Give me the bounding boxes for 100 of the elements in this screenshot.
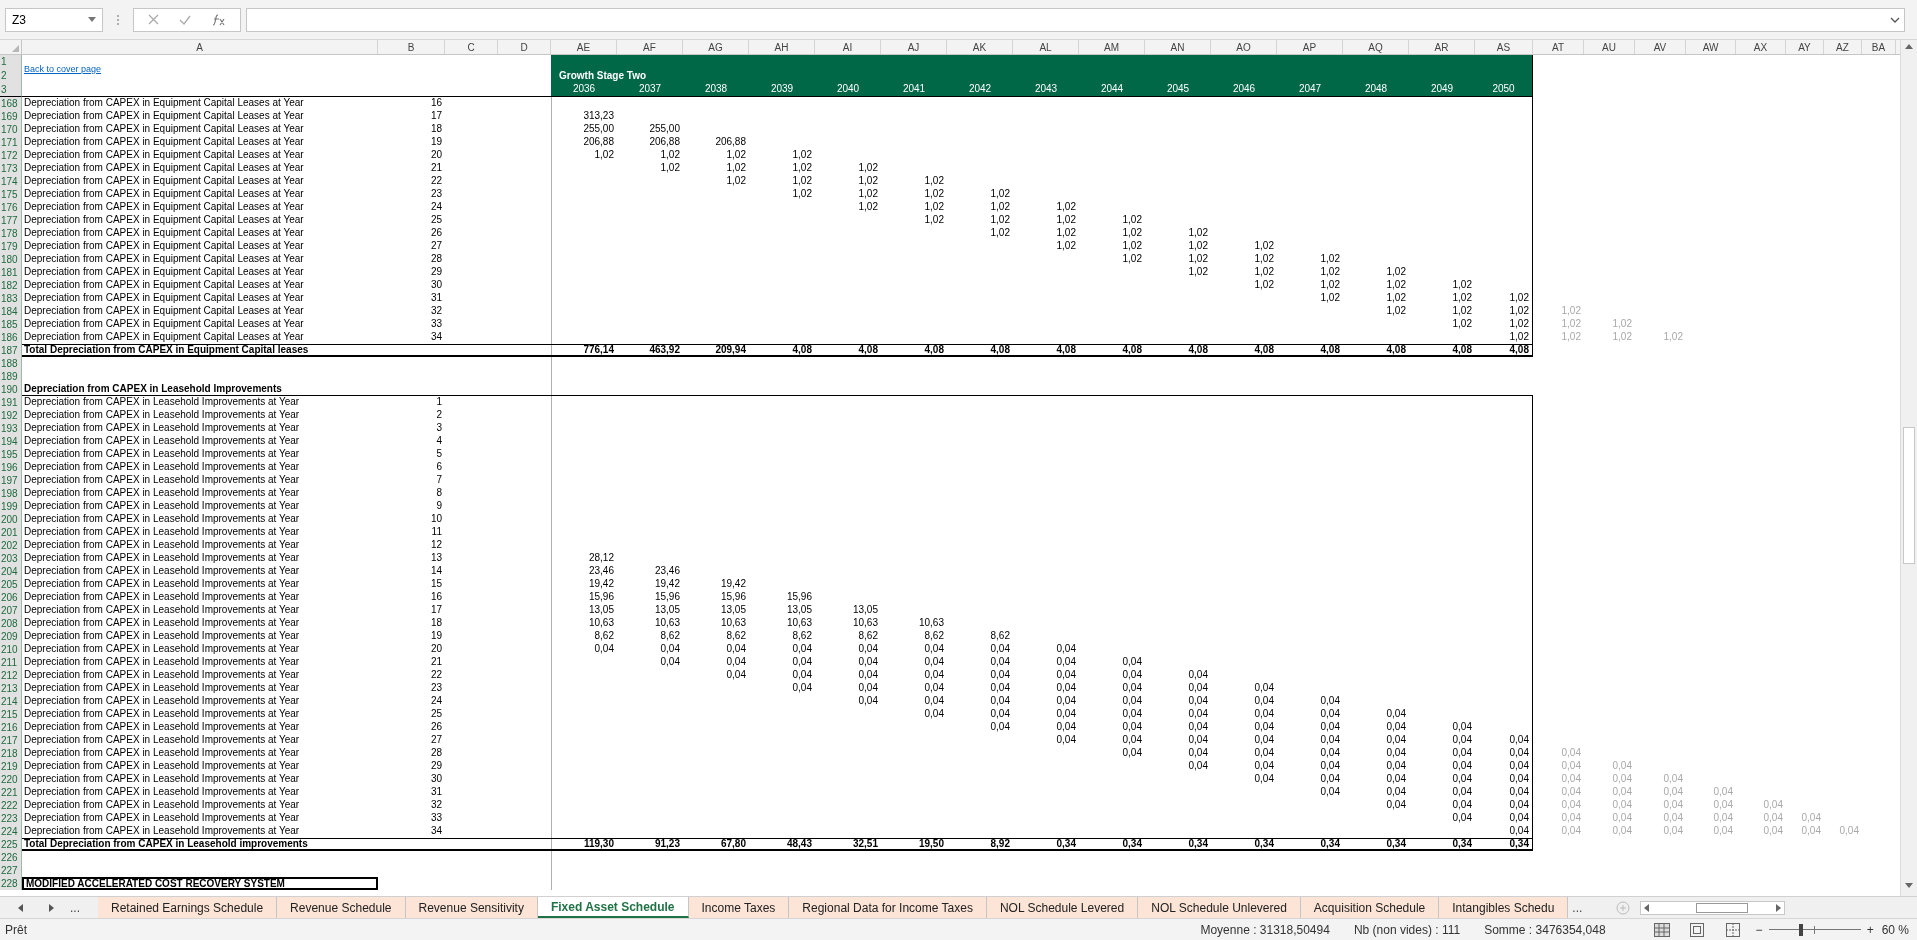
row-header[interactable]: 176 [0, 201, 22, 214]
scroll-up-icon[interactable] [1905, 44, 1913, 49]
function-icon[interactable] [211, 13, 226, 26]
row-header[interactable]: 191 [0, 396, 22, 409]
sheet-tab[interactable]: Fixed Asset Schedule [537, 897, 689, 918]
row-header[interactable]: 198 [0, 487, 22, 500]
column-header[interactable]: AH [749, 40, 815, 54]
row-header[interactable]: 203 [0, 552, 22, 565]
column-header[interactable]: AG [683, 40, 749, 54]
column-header[interactable]: AK [947, 40, 1013, 54]
column-header[interactable]: AX [1736, 40, 1786, 54]
row-header[interactable]: 199 [0, 500, 22, 513]
row-header[interactable]: 195 [0, 448, 22, 461]
column-header[interactable]: AQ [1343, 40, 1409, 54]
row-header[interactable]: 188 [0, 357, 22, 370]
column-header[interactable]: A [22, 40, 378, 54]
column-header[interactable]: C [445, 40, 498, 54]
row-header[interactable]: 173 [0, 162, 22, 175]
row-header[interactable]: 207 [0, 604, 22, 617]
row-header[interactable]: 194 [0, 435, 22, 448]
row-header[interactable]: 219 [0, 760, 22, 773]
chevron-down-icon[interactable] [1890, 16, 1900, 23]
column-header[interactable]: AJ [881, 40, 947, 54]
row-header[interactable]: 216 [0, 721, 22, 734]
scroll-right-icon[interactable] [49, 903, 54, 912]
zoom-in-button[interactable]: + [1864, 920, 1876, 939]
check-icon[interactable] [179, 14, 192, 25]
row-header[interactable]: 178 [0, 227, 22, 240]
scroll-left-icon[interactable] [1644, 903, 1650, 912]
zoom-out-button[interactable]: − [1753, 920, 1765, 939]
zoom-slider-thumb[interactable] [1799, 923, 1804, 936]
row-header[interactable]: 208 [0, 617, 22, 630]
row-header[interactable]: 206 [0, 591, 22, 604]
column-header[interactable]: AF [617, 40, 683, 54]
row-header[interactable]: 186 [0, 331, 22, 344]
row-header[interactable]: 184 [0, 305, 22, 318]
column-header[interactable]: BA [1862, 40, 1896, 54]
column-header[interactable]: AV [1635, 40, 1686, 54]
sheet-tab[interactable]: Revenue Schedule [277, 897, 406, 918]
column-header[interactable]: D [498, 40, 551, 54]
column-header[interactable]: AM [1079, 40, 1145, 54]
sheet-tab[interactable]: Income Taxes [688, 897, 790, 918]
sheet-tab[interactable]: Regional Data for Income Taxes [789, 897, 987, 918]
row-header[interactable]: 225 [0, 838, 22, 851]
more-tabs-button[interactable]: ... [1572, 898, 1583, 917]
zoom-level[interactable]: 60 % [1881, 920, 1909, 939]
row-header[interactable]: 196 [0, 461, 22, 474]
row-header[interactable]: 226 [0, 851, 22, 864]
row-header[interactable]: 228 [0, 877, 22, 890]
sheet-tab[interactable]: NOL Schedule Levered [986, 897, 1139, 918]
row-header[interactable]: 214 [0, 695, 22, 708]
row-header[interactable]: 227 [0, 864, 22, 877]
normal-view-icon[interactable] [1653, 922, 1670, 937]
row-header[interactable]: 205 [0, 578, 22, 591]
row-header[interactable]: 212 [0, 669, 22, 682]
more-tabs-button[interactable]: ... [70, 898, 80, 917]
row-header[interactable]: 182 [0, 279, 22, 292]
page-layout-icon[interactable] [1689, 922, 1704, 937]
row-header[interactable]: 183 [0, 292, 22, 305]
sheet-tab[interactable]: Acquisition Schedule [1300, 897, 1440, 918]
row-header[interactable]: 168 [0, 97, 22, 110]
row-header[interactable]: 2 [0, 69, 21, 83]
column-header[interactable]: AI [815, 40, 881, 54]
row-header[interactable]: 211 [0, 656, 22, 669]
cover-page-link[interactable]: Back to cover page [24, 62, 102, 76]
row-header[interactable]: 192 [0, 409, 22, 422]
row-header[interactable]: 209 [0, 630, 22, 643]
row-header[interactable]: 187 [0, 344, 22, 357]
row-header[interactable]: 174 [0, 175, 22, 188]
row-header[interactable]: 204 [0, 565, 22, 578]
sheet-tab[interactable]: NOL Schedule Unlevered [1138, 897, 1301, 918]
row-header[interactable]: 213 [0, 682, 22, 695]
row-header[interactable]: 1 [0, 55, 21, 69]
row-header[interactable]: 181 [0, 266, 22, 279]
row-header[interactable]: 221 [0, 786, 22, 799]
row-header[interactable]: 197 [0, 474, 22, 487]
scrollbar-thumb[interactable] [1903, 427, 1915, 564]
column-header[interactable]: AN [1145, 40, 1211, 54]
row-header[interactable]: 215 [0, 708, 22, 721]
column-header[interactable]: B [378, 40, 445, 54]
row-header[interactable]: 175 [0, 188, 22, 201]
row-header[interactable]: 222 [0, 799, 22, 812]
column-header[interactable]: AR [1409, 40, 1475, 54]
row-header[interactable]: 190 [0, 383, 22, 396]
row-header[interactable]: 180 [0, 253, 22, 266]
name-box[interactable]: Z3 [5, 7, 103, 32]
column-header[interactable]: AT [1533, 40, 1584, 54]
row-header[interactable]: 210 [0, 643, 22, 656]
column-header[interactable]: AW [1686, 40, 1736, 54]
row-header[interactable]: 200 [0, 513, 22, 526]
sheet-tab[interactable]: Retained Earnings Schedule [98, 897, 278, 918]
page-break-icon[interactable] [1725, 922, 1740, 937]
row-header[interactable]: 3 [0, 83, 21, 97]
scroll-right-icon[interactable] [1776, 903, 1782, 912]
row-header[interactable]: 169 [0, 110, 22, 123]
row-header[interactable]: 170 [0, 123, 22, 136]
scroll-down-icon[interactable] [1905, 883, 1913, 888]
formula-input[interactable] [246, 7, 1905, 32]
row-header[interactable]: 218 [0, 747, 22, 760]
row-header[interactable]: 224 [0, 825, 22, 838]
